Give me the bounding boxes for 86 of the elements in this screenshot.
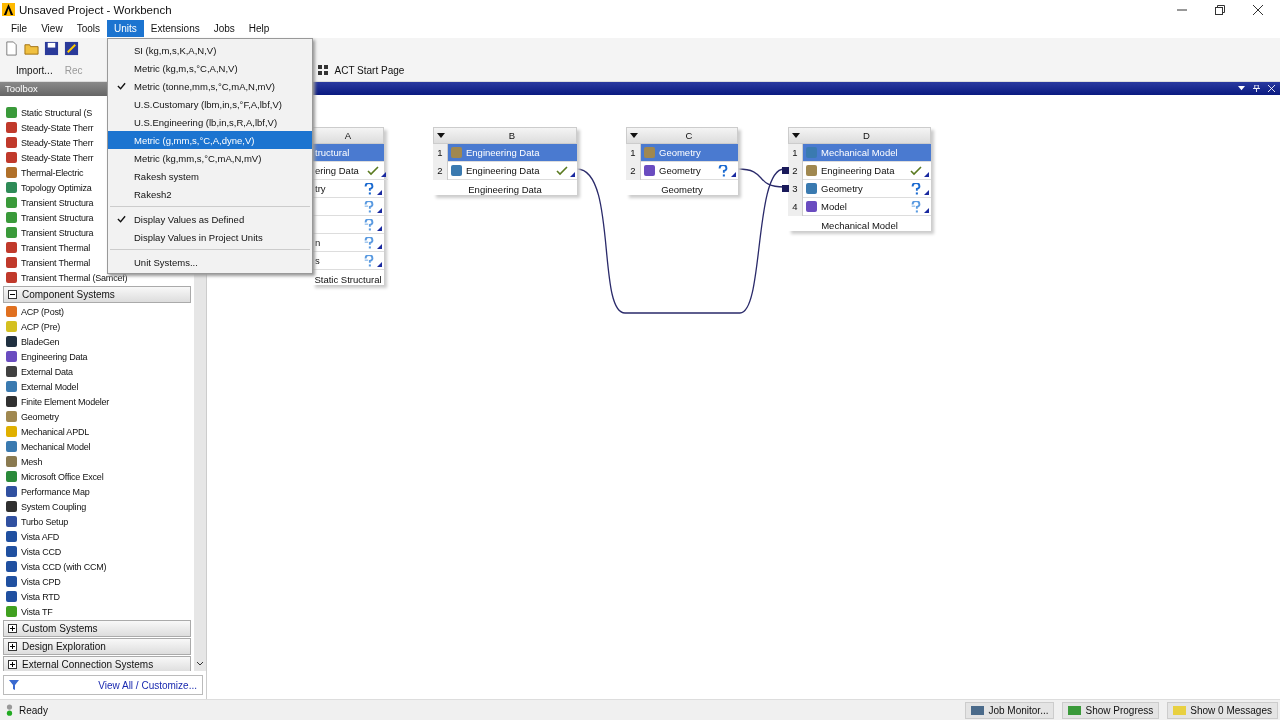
row-number: 3 (788, 180, 803, 198)
system-caption[interactable]: Engineering Data (433, 180, 577, 195)
status-button[interactable]: Show 0 Messages (1167, 701, 1278, 719)
menu-option[interactable]: Metric (g,mm,s,°C,A,dyne,V) (108, 131, 312, 149)
system-caption[interactable]: Mechanical Model (788, 216, 931, 231)
cell-label: Geometry (659, 165, 701, 176)
row-number: 4 (788, 198, 803, 216)
menu-item[interactable]: View (34, 20, 70, 37)
menu-option[interactable]: SI (kg,m,s,K,A,N,V) (108, 41, 312, 59)
toolbox-item[interactable]: ACP (Post) (0, 304, 194, 319)
cell-label: Geometry (659, 147, 701, 158)
row-number: 1 (626, 144, 641, 162)
menu-option[interactable]: Unit Systems... (108, 253, 312, 271)
system-letter: B (507, 130, 517, 141)
toolbox-item[interactable]: Turbo Setup (0, 514, 194, 529)
row-number: 1 (788, 144, 803, 162)
menu-option[interactable]: U.S.Customary (lbm,in,s,°F,A,lbf,V) (108, 95, 312, 113)
system-letter: A (343, 130, 353, 141)
toolbar-button[interactable]: Import... (10, 62, 59, 78)
toolbox-item[interactable]: Vista TF (0, 604, 194, 619)
system-letter: C (684, 130, 694, 141)
row-number: 1 (433, 144, 448, 162)
cell-label: Mechanical Model (821, 147, 898, 158)
system-title-cell[interactable]: Geometry (641, 144, 738, 162)
toolbox-item[interactable]: Vista CPD (0, 574, 194, 589)
group-header[interactable]: Custom Systems (3, 620, 191, 637)
system-letter: D (862, 130, 871, 141)
menu-option[interactable]: Metric (kg,mm,s,°C,mA,N,mV) (108, 149, 312, 167)
menu-item[interactable]: Extensions (143, 20, 207, 37)
menu-item[interactable]: Units (107, 20, 144, 37)
row-number: 2 (788, 162, 803, 180)
cell-label: Model (821, 201, 847, 212)
menu-option[interactable]: Rakesh2 (108, 185, 312, 203)
system-title-cell[interactable]: Mechanical Model (803, 144, 931, 162)
toolbox-item[interactable]: Geometry (0, 409, 194, 424)
menu-option[interactable]: Rakesh system (108, 167, 312, 185)
system-title-cell[interactable]: Engineering Data (448, 144, 577, 162)
toolbox-item[interactable]: BladeGen (0, 334, 194, 349)
system-caption[interactable]: Geometry (626, 180, 738, 195)
status-button[interactable]: Job Monitor... (965, 701, 1055, 719)
cell-label: Engineering Data (466, 165, 540, 176)
toolbox-item[interactable]: Mesh (0, 454, 194, 469)
toolbox-item[interactable]: Vista AFD (0, 529, 194, 544)
tab[interactable]: ACT Start Page (328, 62, 411, 78)
toolbox-item[interactable]: ACP (Pre) (0, 319, 194, 334)
toolbox-item[interactable]: External Model (0, 379, 194, 394)
toolbox-item[interactable]: External Data (0, 364, 194, 379)
cell-label: Engineering Data (821, 165, 895, 176)
group-header[interactable]: Component Systems (3, 286, 191, 303)
status-button[interactable]: Show Progress (1062, 701, 1160, 719)
menu-option[interactable]: Display Values as Defined (108, 210, 312, 228)
menu-option[interactable]: U.S.Engineering (lb,in,s,R,A,lbf,V) (108, 113, 312, 131)
menu-item[interactable]: Help (241, 20, 277, 37)
menu-item[interactable]: Jobs (206, 20, 242, 37)
status-text: Ready (19, 704, 48, 716)
system-title-cell[interactable]: tructural (312, 144, 384, 162)
toolbox-item[interactable]: System Coupling (0, 499, 194, 514)
menu-option[interactable]: Metric (kg,m,s,°C,A,N,V) (108, 59, 312, 77)
toolbox-item[interactable]: Vista RTD (0, 589, 194, 604)
cell-label: tructural (315, 147, 350, 158)
toolbox-item[interactable]: Mechanical Model (0, 439, 194, 454)
toolbox-item[interactable]: Mechanical APDL (0, 424, 194, 439)
toolbox-item[interactable]: Finite Element Modeler (0, 394, 194, 409)
system-caption[interactable]: Static Structural (312, 270, 384, 285)
cell-label: Engineering Data (466, 147, 540, 158)
menu-item[interactable]: File (4, 20, 35, 37)
toolbox-item[interactable]: Performance Map (0, 484, 194, 499)
toolbox-item[interactable]: Vista CCD (0, 544, 194, 559)
cell-label: try (315, 183, 326, 194)
toolbox-item[interactable]: Microsoft Office Excel (0, 469, 194, 484)
cell[interactable]: Engineering Data (803, 162, 931, 180)
group-header[interactable]: External Connection Systems (3, 656, 191, 671)
cell-label: Geometry (821, 183, 863, 194)
toolbox-item[interactable]: Vista CCD (with CCM) (0, 559, 194, 574)
cell-label: s (315, 255, 320, 266)
menu-item[interactable]: Tools (69, 20, 107, 37)
group-header[interactable]: Design Exploration (3, 638, 191, 655)
window-title: Unsaved Project - Workbench (19, 3, 173, 16)
toolbox-item[interactable]: Engineering Data (0, 349, 194, 364)
cell-label: ering Data (315, 165, 359, 176)
row-number: 2 (626, 162, 641, 180)
cell[interactable]: Geometry (803, 180, 931, 198)
cell-label: n (315, 237, 321, 248)
toolbox-item[interactable]: Transient Thermal (Samcef) (0, 270, 194, 285)
menu-option[interactable]: Display Values in Project Units (108, 228, 312, 246)
row-number: 2 (433, 162, 448, 180)
